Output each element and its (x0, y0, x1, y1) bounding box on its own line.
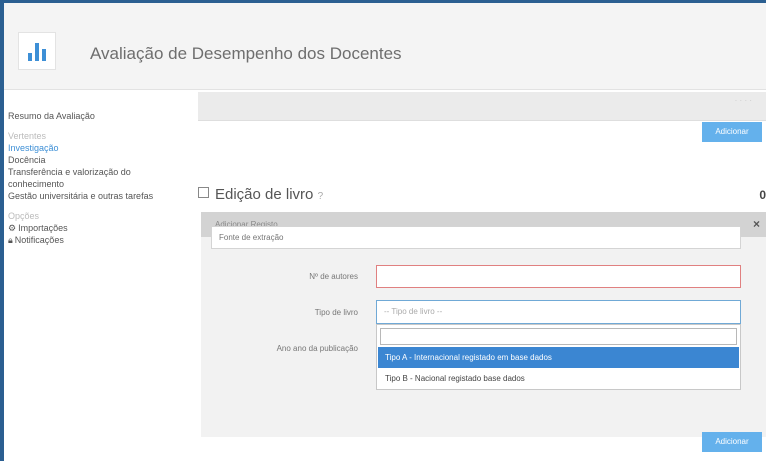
sidebar-item-investigacao[interactable]: Investigação (8, 142, 188, 154)
close-icon[interactable]: × (753, 217, 760, 231)
help-icon[interactable]: ? (318, 191, 324, 202)
publication-year-label: Ano ano da publicação (276, 344, 358, 353)
lock-icon: 🔒︎ (8, 235, 13, 245)
sidebar-item-transferencia[interactable]: Transferência e valorização do conhecime… (8, 166, 188, 190)
checkbox-icon[interactable] (198, 187, 209, 198)
sidebar-item-importacoes[interactable]: ⚙ Importações (8, 222, 188, 234)
save-button[interactable]: Adicionar (702, 432, 762, 452)
section-title-text: Edição de livro (215, 186, 314, 203)
sidebar-item-summary[interactable]: Resumo da Avaliação (8, 110, 188, 122)
sidebar-item-docencia[interactable]: Docência (8, 154, 188, 166)
sidebar-item-label: Notificações (14, 235, 64, 245)
sidebar: Resumo da Avaliação Vertentes Investigaç… (8, 110, 188, 246)
authors-label: Nº de autores (309, 272, 358, 281)
add-button[interactable]: Adicionar (702, 122, 762, 142)
source-search-input[interactable] (211, 226, 741, 249)
sidebar-section-opcoes: Opções (8, 211, 40, 221)
app-header: Avaliação de Desempenho dos Docentes (4, 3, 766, 90)
book-type-dropdown: Tipo A - Internacional registado em base… (376, 324, 741, 390)
sidebar-item-gestao[interactable]: Gestão universitária e outras tarefas (8, 190, 188, 202)
gear-icon: ⚙ (8, 223, 17, 233)
app-title: Avaliação de Desempenho dos Docentes (90, 44, 402, 63)
bar-chart-logo-icon (18, 32, 56, 70)
dropdown-option-type-a[interactable]: Tipo A - Internacional registado em base… (378, 347, 739, 368)
main-content: · · · · Adicionar Edição de livro ? 0 Ad… (198, 92, 766, 461)
section-title: Edição de livro ? (198, 186, 323, 203)
section-count: 0 (759, 188, 766, 202)
sidebar-item-notificacoes[interactable]: 🔒︎ Notificações (8, 234, 188, 246)
dots-icon: · · · · (734, 96, 752, 105)
dropdown-search-input[interactable] (380, 328, 737, 345)
authors-field[interactable] (376, 265, 741, 288)
dropdown-option-type-b[interactable]: Tipo B - Nacional registado base dados (378, 368, 739, 389)
sidebar-item-label: Importações (18, 223, 68, 233)
book-type-select[interactable]: -- Tipo de livro -- (376, 300, 741, 324)
previous-panel-strip: · · · · (198, 92, 766, 121)
book-type-label: Tipo de livro (314, 308, 358, 317)
sidebar-section-vertentes: Vertentes (8, 131, 47, 141)
